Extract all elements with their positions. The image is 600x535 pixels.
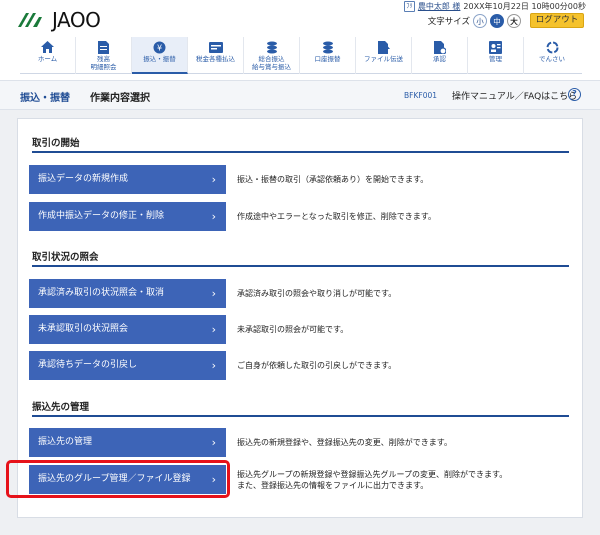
action-description: 振込先グループの新規登録や登録振込先グループの変更、削除ができます。 また、登録…: [237, 469, 507, 491]
nav-label: 振込・振替: [143, 55, 176, 63]
user-info: ﾌﾘ 農中太郎 様 20XX年10月22日 10時00分00秒: [403, 1, 586, 12]
nav-balance-statement[interactable]: 残高 明細照会: [76, 37, 132, 74]
coins-icon: [266, 40, 278, 54]
ja-logo-mark-icon: [18, 13, 42, 27]
button-label: 未承認取引の状況照会: [38, 324, 129, 334]
chevron-right-icon: ›: [211, 287, 216, 300]
app-header: JAOO ﾌﾘ 農中太郎 様 20XX年10月22日 10時00分00秒 文字サ…: [0, 0, 600, 36]
logout-button[interactable]: ログアウト: [530, 13, 584, 28]
payment-icon: [208, 40, 223, 54]
edit-draft-transfer-button[interactable]: 作成中振込データの修正・削除 ›: [29, 202, 226, 231]
chevron-right-icon: ›: [211, 323, 216, 336]
button-label: 振込先のグループ管理／ファイル登録: [38, 474, 191, 484]
section-title-transaction-status: 取引状況の照会: [32, 252, 99, 263]
nav-tax-payment[interactable]: 税金各種払込: [188, 37, 244, 74]
chevron-right-icon: ›: [211, 210, 216, 223]
nav-label: 残高 明細照会: [90, 55, 117, 71]
action-description: 未承認取引の照会が可能です。: [237, 325, 349, 334]
approve-icon: [433, 40, 446, 54]
nav-approval[interactable]: 承認: [412, 37, 468, 74]
ja-logo[interactable]: JAOO: [16, 8, 101, 32]
manual-faq-link[interactable]: 操作マニュアル／FAQはこちら: [452, 89, 577, 102]
nav-label: でんさい: [539, 55, 565, 63]
user-name-link[interactable]: 農中太郎 様: [418, 1, 461, 12]
admin-icon: [489, 40, 502, 54]
button-label: 承認待ちデータの引戻し: [38, 360, 138, 370]
action-description: 作成途中やエラーとなった取引を修正、削除できます。: [237, 212, 436, 221]
new-transfer-data-button[interactable]: 振込データの新規作成 ›: [29, 165, 226, 194]
logo-text: JAOO: [52, 8, 101, 32]
section-title-transaction-start: 取引の開始: [32, 138, 80, 149]
chevron-right-icon: ›: [211, 436, 216, 449]
recall-pending-data-button[interactable]: 承認待ちデータの引戻し ›: [29, 351, 226, 380]
unapproved-status-inquiry-button[interactable]: 未承認取引の状況照会 ›: [29, 315, 226, 344]
chevron-right-icon: ›: [211, 173, 216, 186]
font-size-large-button[interactable]: 大: [507, 13, 521, 28]
font-size-control: 文字サイズ 小 中 大 ログアウト: [428, 13, 584, 28]
button-label: 振込先の管理: [38, 437, 93, 447]
nav-label: ホーム: [37, 55, 58, 63]
nav-account-transfer[interactable]: 口座振替: [300, 37, 356, 74]
transfer-icon: ¥: [153, 40, 166, 54]
approved-status-inquiry-button[interactable]: 承認済み取引の状況照会・取消 ›: [29, 279, 226, 308]
action-description: ご自身が依頼した取引の引戻しができます。: [237, 361, 397, 370]
section-divider: [32, 151, 569, 153]
login-time: 20XX年10月22日 10時00分00秒: [463, 2, 586, 11]
section-title-payee-management: 振込先の管理: [32, 402, 90, 413]
title-bar: 振込・振替 作業内容選択 BFKF001 操作マニュアル／FAQはこちら ?: [0, 80, 600, 110]
screen-id: BFKF001: [404, 91, 438, 100]
font-size-medium-button[interactable]: 中: [490, 13, 504, 28]
breadcrumb: 振込・振替: [20, 93, 70, 104]
payee-group-file-registration-button[interactable]: 振込先のグループ管理／ファイル登録 ›: [29, 465, 226, 494]
user-icon: ﾌﾘ: [403, 1, 415, 12]
nav-densai[interactable]: でんさい: [524, 37, 580, 74]
home-icon: [41, 40, 54, 54]
page-title: 作業内容選択: [90, 93, 150, 104]
svg-text:¥: ¥: [157, 43, 162, 52]
nav-label: 口座振替: [314, 55, 341, 63]
font-size-label: 文字サイズ: [427, 16, 470, 27]
nav-label: 税金各種払込: [196, 55, 235, 63]
payee-management-button[interactable]: 振込先の管理 ›: [29, 428, 226, 457]
nav-label: 承認: [433, 55, 446, 63]
nav-file-transfer[interactable]: ファイル伝送: [356, 37, 412, 74]
nav-label: 管理: [489, 55, 502, 63]
main-panel: 取引の開始 振込データの新規作成 › 振込・振替の取引（承認依頼あり）を開始でき…: [17, 118, 583, 518]
densai-icon: [546, 40, 559, 54]
font-size-small-button[interactable]: 小: [473, 13, 487, 28]
action-description-line: 振込先グループの新規登録や登録振込先グループの変更、削除ができます。: [237, 470, 508, 479]
file-icon: [377, 40, 390, 54]
section-divider: [32, 415, 569, 417]
help-icon[interactable]: ?: [568, 88, 581, 101]
section-divider: [32, 265, 569, 267]
button-label: 振込データの新規作成: [38, 174, 129, 184]
button-label: 作成中振込データの修正・削除: [38, 211, 165, 221]
nav-home[interactable]: ホーム: [20, 37, 76, 74]
action-description: 振込先の新規登録や、登録振込先の変更、削除ができます。: [237, 438, 452, 447]
action-description-line: また、登録振込先の情報をファイルに出力できます。: [237, 481, 429, 490]
chevron-right-icon: ›: [211, 473, 216, 486]
action-description: 振込・振替の取引（承認依頼あり）を開始できます。: [237, 175, 429, 184]
nav-label: 総合振込 給与賞与振込: [252, 55, 291, 71]
global-nav: ホーム 残高 明細照会 ¥ 振込・振替 税金各種払込 総合振込 給与賞与振込 口…: [20, 37, 582, 74]
nav-transfer[interactable]: ¥ 振込・振替: [132, 37, 188, 74]
coins-icon: [322, 40, 334, 54]
action-description: 承認済み取引の照会や取り消しが可能です。: [237, 289, 397, 298]
nav-bulk-transfer[interactable]: 総合振込 給与賞与振込: [244, 37, 300, 74]
document-icon: [98, 40, 109, 54]
nav-admin[interactable]: 管理: [468, 37, 524, 74]
button-label: 承認済み取引の状況照会・取消: [38, 288, 165, 298]
chevron-right-icon: ›: [211, 359, 216, 372]
nav-label: ファイル伝送: [364, 55, 403, 63]
